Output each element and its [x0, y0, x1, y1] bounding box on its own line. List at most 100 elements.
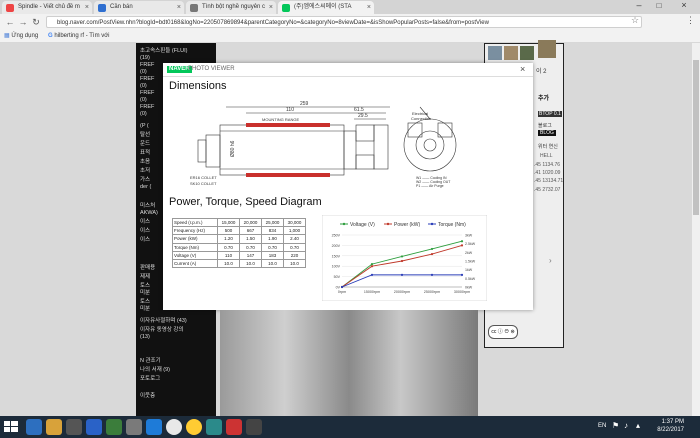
- data-point: [370, 273, 374, 276]
- scrollbar-thumb[interactable]: [693, 60, 699, 215]
- media-icon[interactable]: [66, 419, 82, 435]
- category-item[interactable]: 탈선: [140, 132, 150, 139]
- pager-text: 이 2: [536, 69, 547, 75]
- browser-tab-4[interactable]: (주)엠에스씨메이 (STA ×: [278, 1, 374, 14]
- close-tab-icon[interactable]: ×: [269, 1, 273, 14]
- chevron-right-icon[interactable]: ›: [549, 256, 552, 265]
- spec-cell: 500: [217, 226, 240, 236]
- language-indicator[interactable]: EN: [598, 423, 606, 429]
- excel-icon[interactable]: [106, 419, 122, 435]
- category-item[interactable]: (P (: [140, 123, 149, 130]
- thumbnail-image[interactable]: [488, 46, 502, 60]
- spindle-photo[interactable]: [220, 310, 478, 416]
- power-torque-heading: Power, Torque, Speed Diagram: [169, 196, 322, 208]
- apps-grid-icon: ▦: [4, 33, 10, 39]
- category-item[interactable]: FREF: [140, 104, 154, 111]
- browser-tab-3[interactable]: Tình bột nghề nguyên c ×: [186, 1, 276, 14]
- category-item[interactable]: 운드: [140, 141, 150, 148]
- category-item[interactable]: 미스처: [140, 203, 155, 210]
- window-minimize-button[interactable]: –: [630, 0, 648, 12]
- category-item[interactable]: 가스: [140, 177, 150, 184]
- reload-icon[interactable]: ↻: [30, 16, 42, 28]
- app-icon[interactable]: [206, 419, 222, 435]
- category-item[interactable]: N 관조기: [140, 358, 161, 365]
- category-item[interactable]: 이스: [140, 228, 150, 235]
- dimension-label: 259: [300, 101, 309, 107]
- data-point: [460, 240, 464, 243]
- category-item[interactable]: 판매용: [140, 265, 155, 272]
- spec-cell: 15,000: [217, 217, 240, 228]
- y-left-tick-label: 200V: [332, 244, 341, 248]
- close-tab-icon[interactable]: ×: [367, 1, 371, 14]
- app-icon[interactable]: [226, 419, 242, 435]
- category-item[interactable]: 표적: [140, 150, 150, 157]
- back-icon[interactable]: ←: [4, 16, 16, 28]
- y-left-tick-label: 250V: [332, 234, 341, 238]
- close-tab-icon[interactable]: ×: [85, 1, 89, 14]
- data-point: [340, 285, 344, 289]
- spec-row: Frequency (Hz) 500 667 834 1,000: [172, 226, 306, 236]
- viewer-close-icon[interactable]: ×: [520, 64, 525, 74]
- spec-cell: 30,000: [283, 217, 306, 228]
- forward-icon[interactable]: →: [17, 16, 29, 28]
- category-item[interactable]: 이자유 동영상 강의: [140, 327, 184, 334]
- browser-tab-1[interactable]: Spindle - Viết chủ đề m ×: [2, 1, 92, 14]
- category-item[interactable]: der (: [140, 184, 151, 191]
- app-icon[interactable]: [126, 419, 142, 435]
- address-bar[interactable]: blog.naver.com/PostView.nhn?blogId=bdt01…: [46, 16, 642, 28]
- category-item[interactable]: 토스: [140, 299, 150, 306]
- add-neighbor-link[interactable]: 추가: [538, 93, 549, 102]
- close-tab-icon[interactable]: ×: [177, 1, 181, 14]
- browser-tab-2[interactable]: Cần bán ×: [94, 1, 184, 14]
- windows-start-icon[interactable]: [3, 420, 19, 434]
- category-item[interactable]: 미분: [140, 306, 150, 313]
- smile-icon[interactable]: [186, 419, 202, 435]
- bookmark-apps[interactable]: ▦ Ứng dụng: [4, 30, 38, 42]
- bookmark-link[interactable]: G hilberting rf - Tìm với: [48, 30, 110, 42]
- network-icon[interactable]: ▴: [636, 421, 640, 430]
- system-clock[interactable]: 1:37 PM 8/22/2017: [648, 418, 684, 434]
- category-item[interactable]: 나의 서재 (9): [140, 367, 170, 374]
- category-item[interactable]: 포토로그: [140, 376, 160, 383]
- category-item[interactable]: 제제: [140, 274, 150, 281]
- category-item[interactable]: AKWA): [140, 210, 158, 217]
- category-item[interactable]: 이스: [140, 219, 150, 226]
- bookmark-star-icon[interactable]: ☆: [631, 15, 639, 26]
- chrome-icon[interactable]: [166, 419, 182, 435]
- app-icon[interactable]: [246, 419, 262, 435]
- category-item[interactable]: 초고속스핀들 (FLUI): [140, 48, 187, 55]
- word-icon[interactable]: [86, 419, 102, 435]
- category-item[interactable]: 이웃층: [140, 393, 155, 400]
- category-item[interactable]: 초저: [140, 168, 150, 175]
- spec-row: Torque (Nm) 0.70 0.70 0.70 0.70: [172, 242, 306, 252]
- category-item[interactable]: 미분: [140, 290, 150, 297]
- power-torque-chart: Voltage (V) Power (kW) Torque (Nm) 250V 200…: [322, 215, 487, 301]
- spec-cell: 834: [261, 226, 284, 236]
- category-item[interactable]: FREF: [140, 76, 154, 83]
- tab-favicon: [282, 4, 290, 12]
- folder-icon[interactable]: [46, 419, 62, 435]
- category-item[interactable]: 이스: [140, 237, 150, 244]
- browser-menu-icon[interactable]: ⋮: [686, 15, 695, 26]
- y-right-tick-label: 1kW: [465, 268, 473, 272]
- spec-cell: 183: [261, 250, 284, 260]
- category-item[interactable]: 토스: [140, 283, 150, 290]
- thumbnail-image[interactable]: [520, 46, 534, 60]
- category-item[interactable]: 이자유사절하며 (43): [140, 318, 187, 325]
- thumbnail-image[interactable]: [504, 46, 518, 60]
- clock-date: 8/22/2017: [657, 427, 684, 433]
- window-close-button[interactable]: ×: [670, 0, 698, 12]
- ie-icon[interactable]: [26, 419, 42, 435]
- thumbnail-image[interactable]: [538, 40, 556, 58]
- spec-cell: 667: [239, 226, 262, 236]
- tab-favicon: [6, 4, 14, 12]
- tray-flag-icon[interactable]: ⚑: [612, 421, 619, 430]
- window-maximize-button[interactable]: □: [650, 0, 668, 12]
- category-item[interactable]: 초음: [140, 159, 150, 166]
- skype-icon[interactable]: [146, 419, 162, 435]
- volume-icon[interactable]: ♪: [624, 421, 628, 430]
- category-item[interactable]: FREF: [140, 62, 154, 69]
- category-item[interactable]: FREF: [140, 90, 154, 97]
- data-point: [370, 263, 374, 266]
- x-tick-label: 0rpm: [338, 290, 346, 294]
